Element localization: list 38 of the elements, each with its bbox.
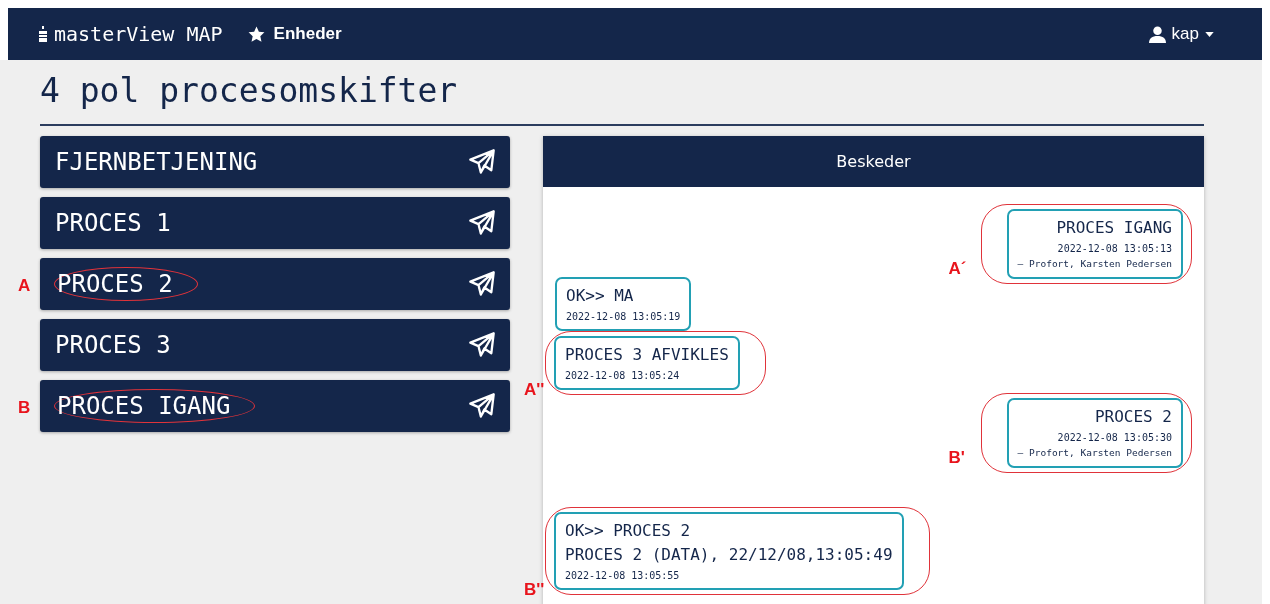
send-icon xyxy=(468,209,496,237)
send-icon xyxy=(468,148,496,176)
annotation-label: A xyxy=(18,276,31,296)
message-time: 2022-12-08 13:05:30 xyxy=(1056,431,1172,445)
annotation-label: A´ xyxy=(948,259,967,279)
message-time: 2022-12-08 13:05:24 xyxy=(565,369,681,383)
message-author: – Profort, Karsten Pedersen xyxy=(1017,446,1172,460)
send-icon xyxy=(468,331,496,359)
nav-link[interactable]: Enheder xyxy=(246,24,342,44)
message-time: 2022-12-08 13:05:13 xyxy=(1056,242,1172,256)
tower-icon xyxy=(38,26,48,42)
message-time: 2022-12-08 13:05:19 xyxy=(566,310,681,324)
page-title: 4 pol procesomskifter xyxy=(40,70,459,112)
send-icon xyxy=(468,392,496,420)
annotation-label: B xyxy=(18,398,31,418)
message-author: – Profort, Karsten Pedersen xyxy=(1017,257,1172,271)
message-text: PROCES 2 (DATA), 22/12/08,13:05:49 xyxy=(565,544,893,566)
message-text: PROCES IGANG xyxy=(1055,217,1172,239)
annotation-label: B' xyxy=(948,448,965,468)
caret-icon xyxy=(1205,31,1214,37)
annotation-label: A'' xyxy=(524,380,545,400)
command-button[interactable]: PROCES 1 xyxy=(40,197,510,249)
command-button[interactable]: FJERNBETJENING xyxy=(40,136,510,188)
user-icon xyxy=(1148,25,1166,43)
message-text: PROCES 3 AFVIKLES xyxy=(565,344,729,366)
message-time: 2022-12-08 13:05:55 xyxy=(565,569,681,583)
brand-name[interactable]: masterView MAP xyxy=(54,22,223,46)
user-menu[interactable]: kap xyxy=(1148,24,1214,44)
annotation-label: B'' xyxy=(524,580,545,600)
message-text: OK>> MA xyxy=(566,285,635,307)
panel-header: Beskeder xyxy=(543,136,1204,187)
command-button[interactable]: PROCES 2 xyxy=(40,258,510,310)
send-icon xyxy=(468,270,496,298)
command-button[interactable]: PROCES IGANG xyxy=(40,380,510,432)
message-text: PROCES 2 xyxy=(1093,406,1172,428)
command-button[interactable]: PROCES 3 xyxy=(40,319,510,371)
message-text: OK>> PROCES 2 xyxy=(565,520,692,542)
star-icon xyxy=(246,24,266,44)
